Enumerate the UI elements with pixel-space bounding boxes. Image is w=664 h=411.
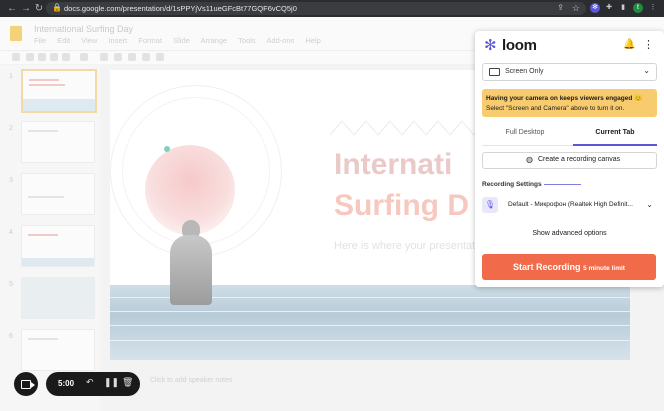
- menu-insert[interactable]: Insert: [108, 36, 127, 45]
- capture-area-tabs: Full Desktop Current Tab: [475, 129, 664, 143]
- slide-number: 3: [9, 177, 13, 184]
- start-recording-button[interactable]: Start Recording 5 minute limit: [482, 254, 656, 280]
- zoom-icon[interactable]: [80, 53, 88, 61]
- microphone-value: Default - Микрофон (Realtek High Definit…: [508, 201, 633, 208]
- menu-arrange[interactable]: Arrange: [201, 36, 228, 45]
- speaker-notes[interactable]: Click to add speaker notes: [150, 377, 233, 384]
- add-slide-icon[interactable]: [12, 53, 20, 61]
- capture-mode-select[interactable]: Screen Only ⌄: [482, 63, 657, 81]
- slide-title-line1[interactable]: Internati: [334, 148, 452, 182]
- slide-number: 5: [9, 281, 13, 288]
- camera-icon: [21, 380, 35, 389]
- slide-thumbnail[interactable]: [21, 329, 95, 371]
- microphone-icon: 🎙: [482, 197, 498, 213]
- document-title[interactable]: International Surfing Day: [34, 24, 133, 34]
- profile-avatar[interactable]: t: [633, 3, 643, 13]
- camera-tip-banner: Having your camera on keeps viewers enga…: [482, 89, 657, 117]
- browser-toolbar: ← → ↻ 🔒 docs.google.com/presentation/d/1…: [0, 0, 664, 17]
- menu-help[interactable]: Help: [305, 36, 320, 45]
- smile-emoji: 😊: [634, 95, 643, 102]
- slide-number: 2: [9, 125, 13, 132]
- bell-icon[interactable]: 🔔: [623, 39, 635, 50]
- pause-icon[interactable]: ❚❚: [104, 377, 119, 388]
- settings-divider: [544, 184, 581, 185]
- share-icon[interactable]: ⇪: [557, 3, 564, 12]
- line-icon[interactable]: [156, 53, 164, 61]
- tip-heading: Having your camera on keeps viewers enga…: [486, 95, 643, 102]
- slide-thumbnail[interactable]: [21, 121, 95, 163]
- slide-number: 6: [9, 333, 13, 340]
- loom-popup: ✻ loom 🔔 ⋮ Screen Only ⌄ Having your cam…: [475, 31, 664, 287]
- slide-thumbnail[interactable]: [21, 69, 97, 113]
- recording-timer: 5:00: [58, 379, 75, 388]
- bookmark-star-icon[interactable]: ☆: [572, 3, 580, 14]
- slide-title-line2[interactable]: Surfing D: [334, 189, 469, 223]
- more-options-icon[interactable]: ⋮: [643, 38, 654, 51]
- menu-edit[interactable]: Edit: [57, 36, 70, 45]
- slide-thumbnail[interactable]: [21, 225, 95, 267]
- microphone-select[interactable]: 🎙 Default - Микрофон (Realtek High Defin…: [482, 197, 657, 213]
- surfer-photo: [170, 235, 212, 305]
- tab-full-desktop[interactable]: Full Desktop: [482, 129, 568, 136]
- trash-icon[interactable]: 🗑: [122, 377, 133, 388]
- menu-file[interactable]: File: [34, 36, 46, 45]
- slide-thumbnail[interactable]: [21, 173, 95, 215]
- menu-addons[interactable]: Add-ons: [266, 36, 294, 45]
- tip-body: Select "Screen and Camera" above to turn…: [486, 105, 625, 112]
- browser-menu-icon[interactable]: ⋮: [648, 3, 658, 13]
- time-limit-label: 5 minute limit: [583, 265, 625, 272]
- menu-slide[interactable]: Slide: [173, 36, 190, 45]
- teal-dot: [164, 146, 170, 152]
- text-box-icon[interactable]: [114, 53, 122, 61]
- loom-logo-icon: ✻: [484, 37, 497, 54]
- show-advanced-options-link[interactable]: Show advanced options: [475, 230, 664, 237]
- url-text: docs.google.com/presentation/d/1sPPYjVs1…: [64, 4, 297, 13]
- menu-bar: File Edit View Insert Format Slide Arran…: [34, 36, 330, 45]
- loom-brand: loom: [502, 37, 537, 54]
- menu-view[interactable]: View: [81, 36, 97, 45]
- camera-toggle-button[interactable]: [14, 372, 38, 396]
- slides-logo[interactable]: [10, 26, 22, 41]
- start-recording-label: Start Recording: [513, 262, 581, 272]
- sidepanel-icon[interactable]: ▮: [618, 3, 628, 13]
- print-icon[interactable]: [50, 53, 58, 61]
- create-recording-canvas-button[interactable]: ◍ Create a recording canvas: [482, 152, 657, 169]
- recording-settings-label: Recording Settings: [482, 181, 542, 188]
- extensions-puzzle-icon[interactable]: ✚: [604, 3, 614, 13]
- forward-icon[interactable]: →: [20, 2, 32, 15]
- back-icon[interactable]: ←: [6, 2, 18, 15]
- monitor-icon: [489, 68, 500, 76]
- active-tab-indicator: [573, 144, 657, 146]
- slide-number: 1: [9, 73, 13, 80]
- canvas-button-label: Create a recording canvas: [538, 156, 621, 163]
- paint-format-icon[interactable]: [62, 53, 70, 61]
- loom-extension-icon[interactable]: ✻: [590, 3, 600, 13]
- capture-mode-value: Screen Only: [505, 68, 544, 75]
- menu-tools[interactable]: Tools: [238, 36, 256, 45]
- slide-number: 4: [9, 229, 13, 236]
- reload-icon[interactable]: ↻: [33, 2, 45, 15]
- slide-subtitle[interactable]: Here is where your presentati: [334, 240, 478, 252]
- undo-icon[interactable]: [26, 53, 34, 61]
- tab-current-tab[interactable]: Current Tab: [572, 129, 658, 136]
- image-icon[interactable]: [128, 53, 136, 61]
- redo-icon[interactable]: [38, 53, 46, 61]
- lock-icon: 🔒: [52, 3, 62, 12]
- address-bar[interactable]: 🔒 docs.google.com/presentation/d/1sPPYjV…: [46, 2, 586, 15]
- chevron-down-icon: ⌄: [646, 200, 653, 209]
- recording-control-bar: 5:00 ↶ ❚❚ 🗑: [46, 372, 140, 396]
- palette-icon: ◍: [526, 155, 533, 164]
- chevron-down-icon: ⌄: [643, 66, 650, 75]
- restart-icon[interactable]: ↶: [86, 377, 94, 388]
- slide-filmstrip: 1 2 3 4 5 6: [0, 65, 100, 411]
- menu-format[interactable]: Format: [138, 36, 162, 45]
- select-icon[interactable]: [100, 53, 108, 61]
- shape-icon[interactable]: [142, 53, 150, 61]
- slide-thumbnail[interactable]: [21, 277, 95, 319]
